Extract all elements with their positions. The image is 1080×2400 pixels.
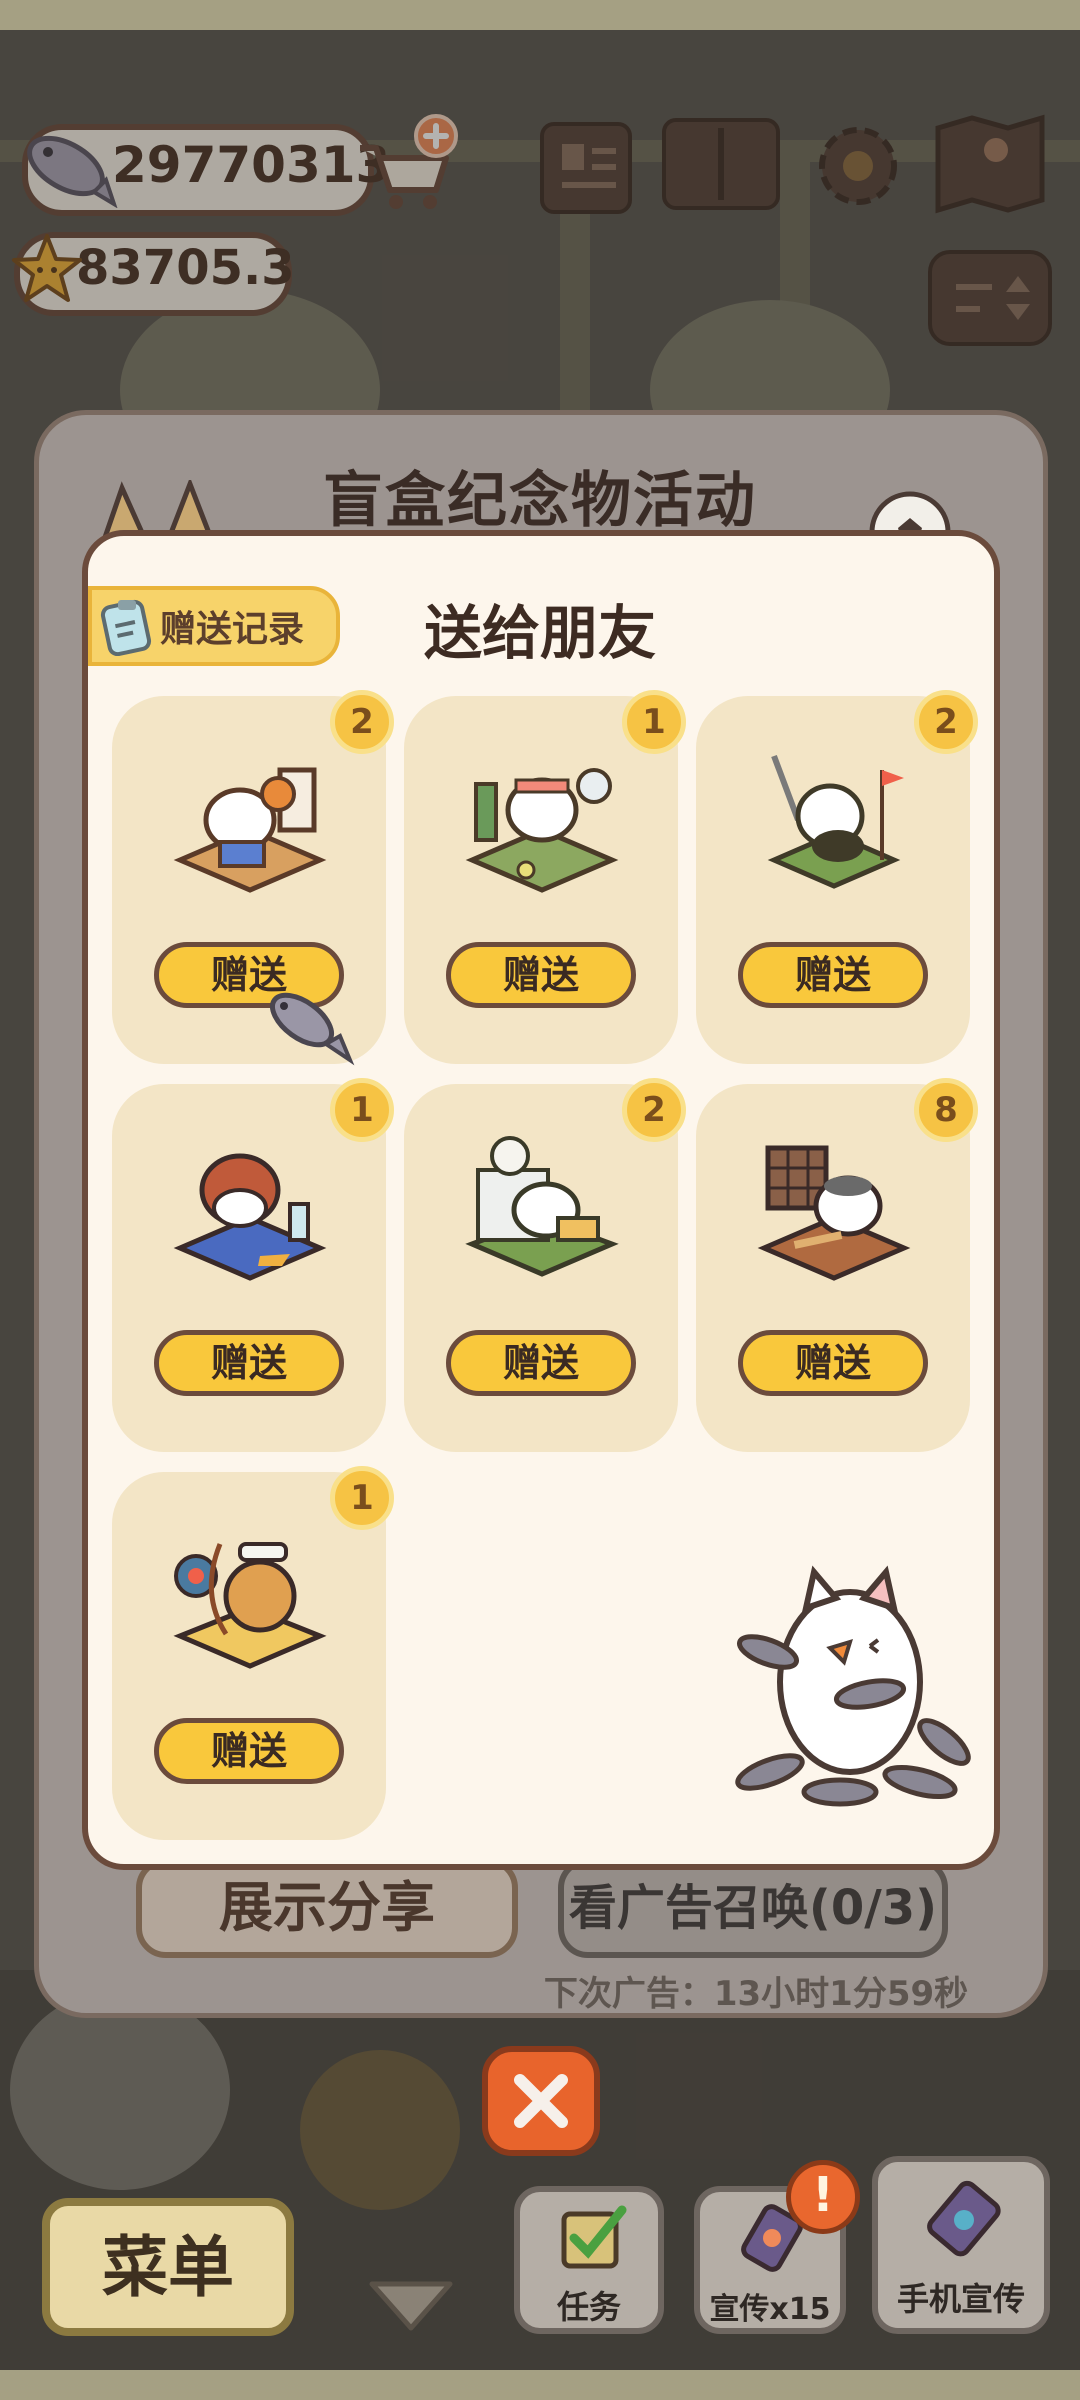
football-cat-figure bbox=[173, 1153, 327, 1281]
chevron-down-icon[interactable] bbox=[366, 2276, 456, 2336]
gift-record-label: 赠送记录 bbox=[160, 609, 305, 650]
task-button[interactable]: 任务 bbox=[514, 2186, 664, 2334]
baseball-cat-figure bbox=[757, 1145, 911, 1281]
count-badge: 1 bbox=[622, 690, 686, 754]
checklist-icon bbox=[561, 2205, 627, 2269]
give-button[interactable]: 赠送 bbox=[154, 1718, 344, 1784]
count-badge: 2 bbox=[622, 1078, 686, 1142]
close-icon bbox=[514, 2074, 568, 2128]
clipboard-icon bbox=[100, 599, 152, 656]
alert-badge: ! bbox=[786, 2160, 860, 2234]
menu-button[interactable]: 菜单 bbox=[42, 2198, 294, 2336]
golf-cat-figure bbox=[767, 754, 904, 889]
give-button[interactable]: 赠送 bbox=[738, 942, 928, 1008]
count-badge: 2 bbox=[914, 690, 978, 754]
archery-cat-figure bbox=[173, 1542, 327, 1669]
give-button[interactable]: 赠送 bbox=[446, 942, 636, 1008]
phone-icon bbox=[927, 2180, 1001, 2257]
give-button[interactable]: 赠送 bbox=[446, 1330, 636, 1396]
close-button[interactable] bbox=[482, 2046, 600, 2156]
task-label: 任务 bbox=[556, 2288, 621, 2326]
count-badge: 2 bbox=[330, 690, 394, 754]
phone-promo-label: 手机宣传 bbox=[896, 2280, 1025, 2318]
promo-label: 宣传x15 bbox=[709, 2292, 831, 2327]
count-badge: 8 bbox=[914, 1078, 978, 1142]
tennis-cat-figure bbox=[465, 768, 619, 893]
phone-promo-button[interactable]: 手机宣传 bbox=[872, 2156, 1050, 2334]
give-button[interactable]: 赠送 bbox=[154, 1330, 344, 1396]
mascot-cat-with-fish bbox=[735, 1565, 971, 1807]
watch-ad-button[interactable]: 看广告召唤(0/3) bbox=[558, 1858, 948, 1958]
share-button[interactable]: 展示分享 bbox=[136, 1858, 518, 1958]
give-button[interactable]: 赠送 bbox=[738, 1330, 928, 1396]
fish-pointer-icon bbox=[270, 992, 355, 1066]
ad-timer-text: 下次广告：13小时1分59秒 bbox=[543, 1974, 969, 2014]
soccer-cat-figure bbox=[465, 1136, 619, 1277]
count-badge: 1 bbox=[330, 1466, 394, 1530]
basketball-cat-figure bbox=[173, 767, 327, 893]
count-badge: 1 bbox=[330, 1078, 394, 1142]
panel-title: 送给朋友 bbox=[423, 599, 656, 667]
